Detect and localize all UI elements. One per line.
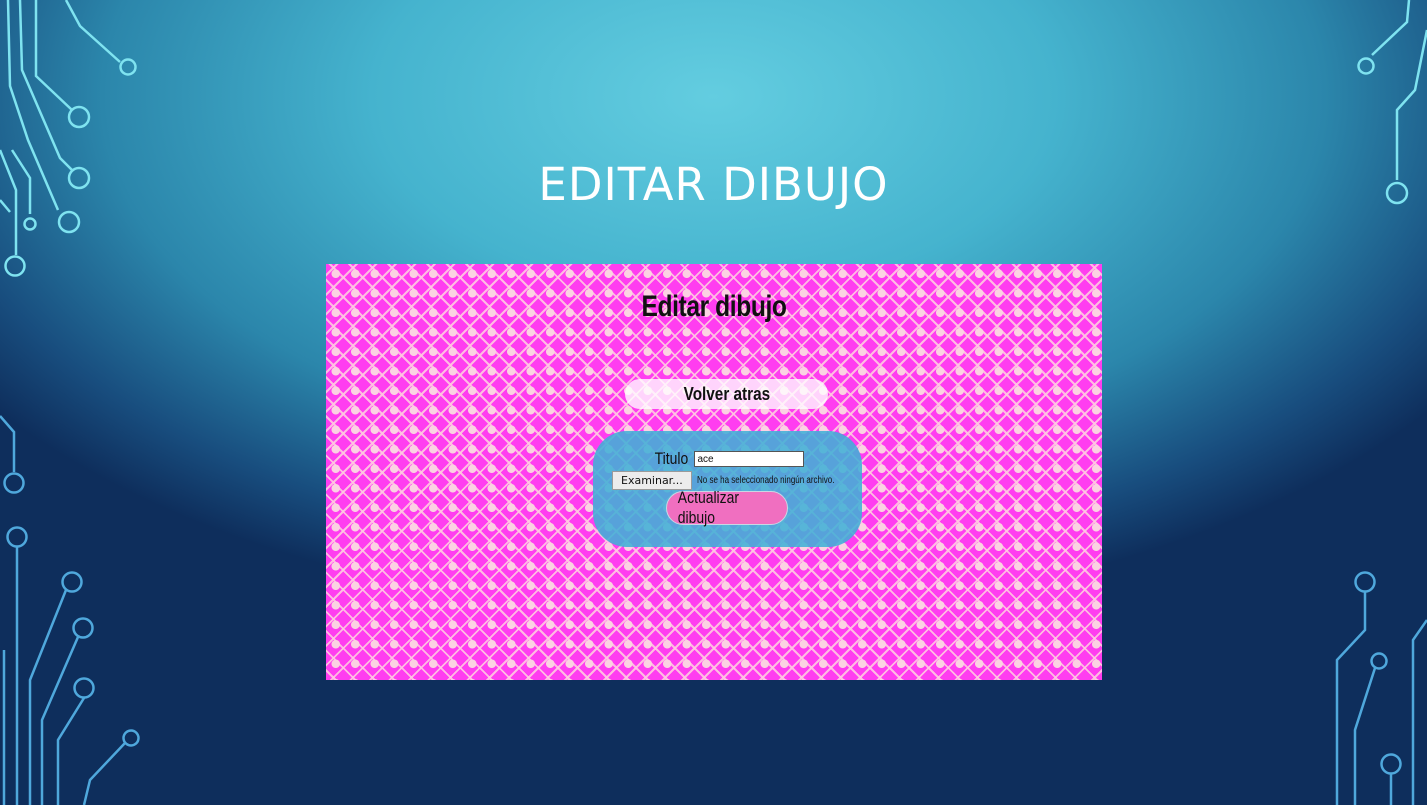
circuit-decoration-right-bottom: [1335, 571, 1427, 805]
web-page-screenshot: Editar dibujo Volver atras Titulo Examin…: [326, 264, 1102, 680]
page-heading: Editar dibujo: [641, 290, 787, 323]
update-drawing-button[interactable]: Actualizar dibujo: [666, 488, 788, 527]
circuit-decoration-left-bottom: [0, 415, 140, 805]
title-label: Titulo: [654, 449, 688, 468]
title-input[interactable]: [694, 451, 805, 467]
back-button-label: Volver atras: [683, 383, 770, 404]
circuit-decoration-left-top: [0, 0, 137, 277]
title-field-row: Titulo: [593, 449, 862, 469]
back-button[interactable]: Volver atras: [625, 379, 828, 409]
update-drawing-label: Actualizar dibujo: [677, 488, 740, 527]
slide-title: EDITAR DIBUJO: [538, 158, 889, 212]
edit-drawing-form: Titulo Examinar... No se ha seleccionado…: [593, 431, 862, 547]
file-status-text: No se ha seleccionado ningún archivo.: [696, 475, 835, 486]
